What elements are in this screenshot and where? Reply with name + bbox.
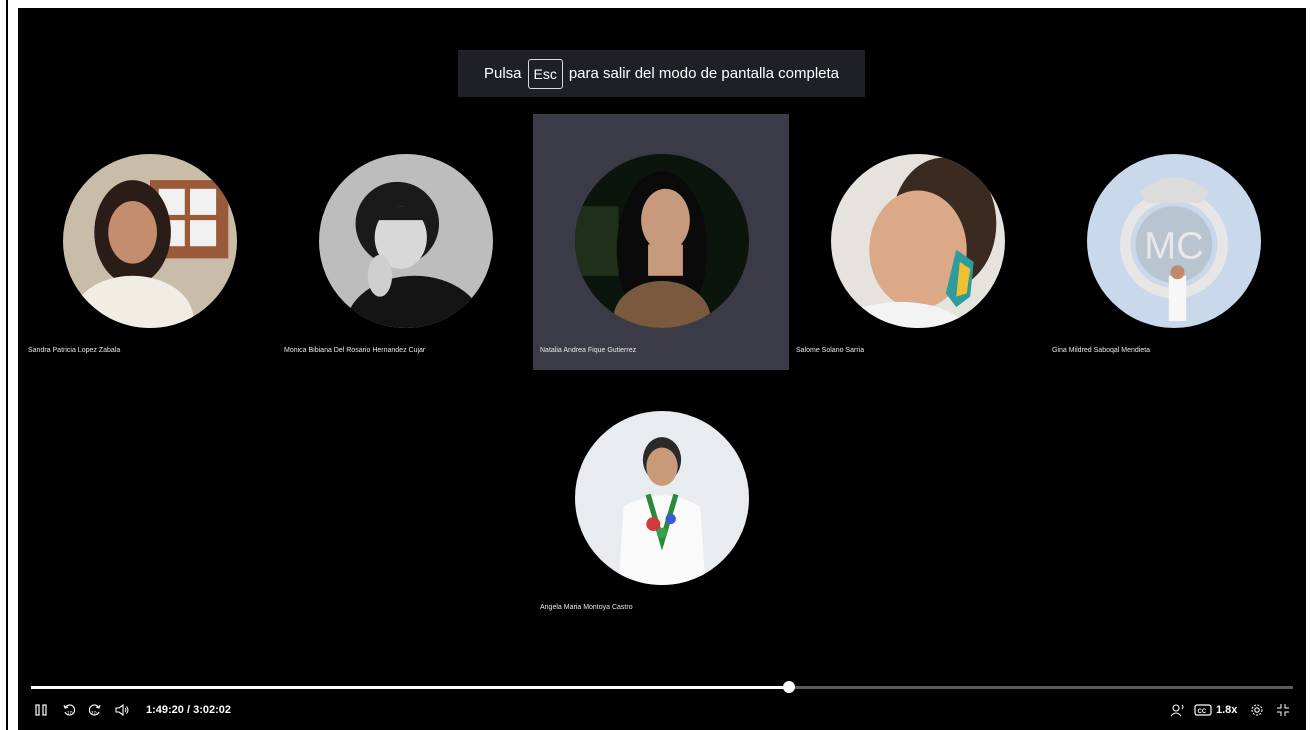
participant-name: Salome Solano Sarria	[796, 347, 865, 354]
participant-avatar	[319, 154, 493, 328]
participant-tile: MC Gina Mildred Saboqal Mendieta	[1045, 114, 1301, 370]
seek-bar[interactable]	[31, 681, 1293, 693]
player-controls: 10 10 1:49:20 / 3:02:02 CC 1.8x	[18, 698, 1306, 724]
hint-prefix: Pulsa	[483, 65, 522, 82]
exit-fullscreen-icon[interactable]	[1274, 698, 1292, 722]
participant-name: Gina Mildred Saboqal Mendieta	[1052, 347, 1151, 354]
window-edge	[6, 0, 8, 730]
participant-avatar	[63, 154, 237, 328]
participant-tile: Sandra Patricia Lopez Zabala	[21, 114, 277, 370]
captions-icon[interactable]: CC	[1193, 698, 1213, 722]
svg-text:10: 10	[67, 711, 73, 717]
voice-icon[interactable]	[1168, 698, 1188, 722]
seek-handle[interactable]	[783, 681, 796, 693]
participant-tile-active: Natalia Andrea Fique Gutierrez	[533, 114, 789, 370]
participant-name: Sandra Patricia Lopez Zabala	[28, 347, 121, 354]
time-display: 1:49:20 / 3:02:02	[146, 704, 231, 716]
svg-text:MC: MC	[1144, 224, 1204, 267]
svg-text:CC: CC	[1198, 709, 1207, 715]
participant-tile: Salome Solano Sarria	[789, 114, 1045, 370]
participant-avatar	[575, 154, 749, 328]
settings-icon[interactable]	[1248, 698, 1266, 722]
video-player[interactable]: Pulsa Esc para salir del modo de pantall…	[18, 8, 1306, 730]
participant-avatar: MC	[1087, 154, 1261, 328]
svg-text:10: 10	[91, 711, 97, 717]
forward-10-icon[interactable]: 10	[86, 698, 104, 722]
participant-name: Angela Maria Montoya Castro	[540, 604, 633, 611]
fullscreen-exit-hint: Pulsa Esc para salir del modo de pantall…	[458, 50, 865, 97]
participant-name: Natalia Andrea Fique Gutierrez	[540, 347, 637, 354]
participant-avatar	[831, 154, 1005, 328]
seek-bar-fill	[31, 686, 790, 689]
participant-avatar	[575, 411, 749, 585]
participant-name: Monica Bibiana Del Rosario Hernandez Cuj…	[284, 347, 426, 354]
playback-speed-button[interactable]: 1.8x	[1216, 698, 1237, 722]
hint-suffix: para salir del modo de pantalla completa	[568, 65, 840, 82]
volume-icon[interactable]	[112, 698, 132, 722]
pause-icon[interactable]	[32, 698, 50, 722]
rewind-10-icon[interactable]: 10	[60, 698, 78, 722]
participant-tile: Monica Bibiana Del Rosario Hernandez Cuj…	[277, 114, 533, 370]
participant-tile: Angela Maria Montoya Castro	[533, 371, 789, 627]
esc-key-badge: Esc	[527, 58, 563, 89]
